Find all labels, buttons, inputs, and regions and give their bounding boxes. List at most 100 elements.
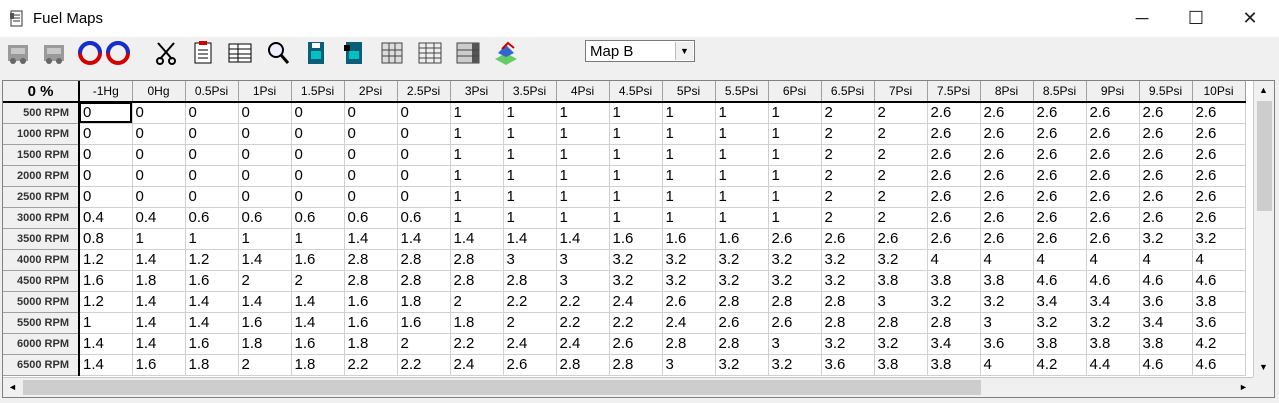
grid-cell[interactable]: 3.8 (874, 354, 928, 376)
grid-cell[interactable]: 0 (344, 123, 398, 145)
grid-cell[interactable]: 2 (821, 165, 875, 187)
grid-cell[interactable]: 1 (503, 165, 557, 187)
grid-cell[interactable]: 2 (397, 333, 451, 355)
grid-cell[interactable]: 1 (556, 207, 610, 229)
grid-cell[interactable]: 3.4 (927, 333, 981, 355)
grid-cell[interactable]: 2.6 (1139, 207, 1193, 229)
grid-cell[interactable]: 2.6 (1139, 144, 1193, 166)
grid-cell[interactable]: 2.6 (1192, 102, 1246, 124)
grid-cell[interactable]: 3.6 (1139, 291, 1193, 313)
row-header[interactable]: 2500 RPM (3, 186, 80, 208)
grid-cell[interactable]: 1.8 (185, 354, 239, 376)
car-grey-icon[interactable] (4, 39, 32, 67)
grid-cell[interactable]: 0 (132, 144, 186, 166)
grid-cell[interactable]: 1 (132, 228, 186, 250)
grid-cell[interactable]: 1.4 (132, 249, 186, 271)
grid-cell[interactable]: 4 (1086, 249, 1140, 271)
grid-cell[interactable]: 0 (238, 123, 292, 145)
grid-cell[interactable]: 2.6 (1086, 207, 1140, 229)
grid-cell[interactable]: 3.8 (927, 270, 981, 292)
grid-cell[interactable]: 1.6 (291, 333, 345, 355)
grid-cell[interactable]: 1.8 (397, 291, 451, 313)
row-header[interactable]: 1500 RPM (3, 144, 80, 166)
grid-cell[interactable]: 1 (450, 102, 504, 124)
grid-cell[interactable]: 2.6 (821, 228, 875, 250)
grid-cell[interactable]: 1.6 (662, 228, 716, 250)
grid-cell[interactable]: 0 (132, 186, 186, 208)
grid-cell[interactable]: 1.4 (79, 333, 133, 355)
grid-cell[interactable]: 0 (397, 165, 451, 187)
grid-cell[interactable]: 4 (927, 249, 981, 271)
grid-cell[interactable]: 2.6 (874, 228, 928, 250)
grid-cell[interactable]: 2.6 (1086, 144, 1140, 166)
grid-cell[interactable]: 3 (662, 354, 716, 376)
grid-cell[interactable]: 3.2 (1192, 228, 1246, 250)
grid-cell[interactable]: 1 (450, 186, 504, 208)
grid-cell[interactable]: 1.2 (79, 249, 133, 271)
grid-cell[interactable]: 1 (715, 186, 769, 208)
grid-cell[interactable]: 3.8 (874, 270, 928, 292)
grid-cell[interactable]: 1.8 (291, 354, 345, 376)
column-header[interactable]: 6.5Psi (821, 81, 875, 103)
vertical-scrollbar[interactable]: ▲ ▼ (1253, 81, 1274, 377)
column-header[interactable]: 9.5Psi (1139, 81, 1193, 103)
grid-cell[interactable]: 2.6 (1192, 186, 1246, 208)
grid-cell[interactable]: 0 (291, 144, 345, 166)
grid-cell[interactable]: 2.2 (503, 291, 557, 313)
grid-cell[interactable]: 0.6 (344, 207, 398, 229)
grid-cell[interactable]: 3.2 (874, 333, 928, 355)
grid-cell[interactable]: 1.6 (291, 249, 345, 271)
grid-cell[interactable]: 2.6 (1139, 165, 1193, 187)
grid-cell[interactable]: 3.6 (1192, 312, 1246, 334)
grid-cell[interactable]: 0 (79, 186, 133, 208)
grid-cell[interactable]: 0.8 (79, 228, 133, 250)
row-header[interactable]: 3000 RPM (3, 207, 80, 229)
grid-cell[interactable]: 2.6 (1086, 123, 1140, 145)
grid-cell[interactable]: 1.6 (344, 291, 398, 313)
grid-cell[interactable]: 1 (291, 228, 345, 250)
grid-cell[interactable]: 1.2 (185, 249, 239, 271)
grid-cell[interactable]: 2.4 (662, 312, 716, 334)
grid-cell[interactable]: 2.6 (1139, 123, 1193, 145)
grid-cell[interactable]: 1.8 (238, 333, 292, 355)
grid-cell[interactable]: 0 (238, 102, 292, 124)
grid-cell[interactable]: 2.2 (556, 312, 610, 334)
grid-cell[interactable]: 1 (609, 102, 663, 124)
grid-cell[interactable]: 1 (609, 144, 663, 166)
row-header[interactable]: 5000 RPM (3, 291, 80, 313)
grid-cell[interactable]: 2.6 (927, 165, 981, 187)
column-header[interactable]: 7.5Psi (927, 81, 981, 103)
grid-cell[interactable]: 2.8 (556, 354, 610, 376)
grid-cell[interactable]: 1 (79, 312, 133, 334)
grid-cell[interactable]: 4.6 (1192, 270, 1246, 292)
scroll-left-icon[interactable]: ◄ (4, 379, 21, 396)
grid-cell[interactable]: 0 (344, 186, 398, 208)
grid-cell[interactable]: 2.8 (927, 312, 981, 334)
column-header[interactable]: 0.5Psi (185, 81, 239, 103)
grid-cell[interactable]: 3.6 (821, 354, 875, 376)
grid-cell[interactable]: 2.6 (1033, 207, 1087, 229)
scroll-right-icon[interactable]: ► (1235, 379, 1252, 396)
grid-cell[interactable]: 2.8 (821, 291, 875, 313)
grid-cell[interactable]: 1 (556, 144, 610, 166)
grid-cell[interactable]: 1 (185, 228, 239, 250)
grid-cell[interactable]: 3.2 (768, 270, 822, 292)
grid-cell[interactable]: 1 (662, 102, 716, 124)
grid-cell[interactable]: 2.6 (1033, 228, 1087, 250)
grid-cell[interactable]: 1 (715, 144, 769, 166)
grid-cell[interactable]: 1 (503, 207, 557, 229)
grid-cell[interactable]: 2.6 (927, 207, 981, 229)
grid-cell[interactable]: 2.8 (450, 249, 504, 271)
grid-cell[interactable]: 3 (980, 312, 1034, 334)
grid-corner-header[interactable]: 0 % (3, 81, 80, 103)
grid-cell[interactable]: 1.4 (503, 228, 557, 250)
grid-cell[interactable]: 1 (715, 207, 769, 229)
grid-cell[interactable]: 2.6 (1086, 102, 1140, 124)
grid-cell[interactable]: 1.4 (291, 312, 345, 334)
grid-cell[interactable]: 1 (662, 144, 716, 166)
grid-cell[interactable]: 0.6 (185, 207, 239, 229)
column-header[interactable]: 3Psi (450, 81, 504, 103)
row-header[interactable]: 4000 RPM (3, 249, 80, 271)
horizontal-scroll-thumb[interactable] (23, 380, 981, 395)
grid-cell[interactable]: 3.2 (609, 249, 663, 271)
